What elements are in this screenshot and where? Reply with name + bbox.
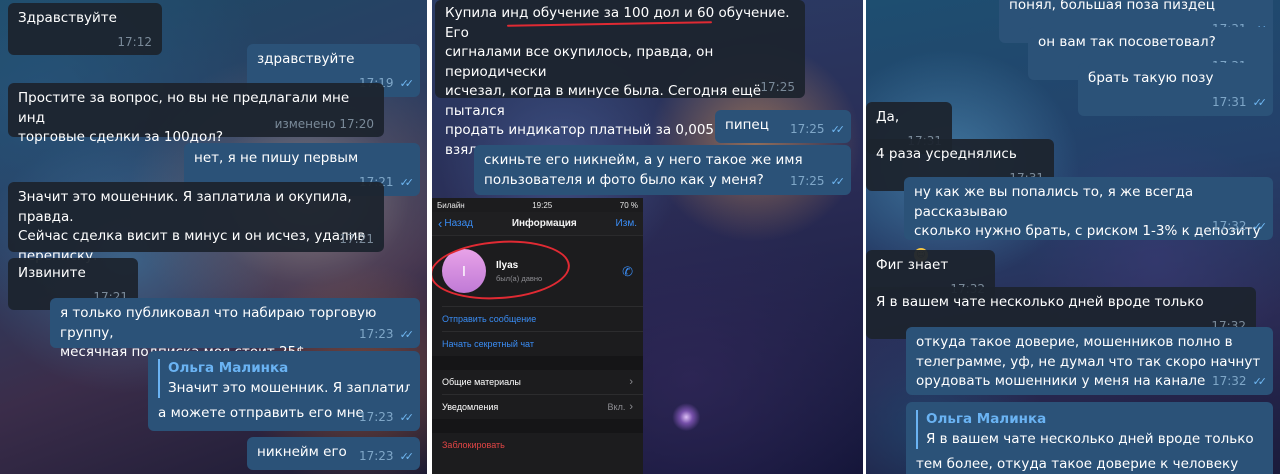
shared-media-row[interactable]: Общие материалы › [432, 370, 643, 394]
message-incoming[interactable]: Значит это мошенник. Я заплатила и окупи… [8, 182, 384, 264]
section-gap [432, 356, 643, 370]
back-label: Назад [444, 218, 473, 229]
notifications-label: Уведомления [442, 402, 499, 412]
shared-media-label: Общие материалы [442, 377, 521, 387]
reply-quote[interactable]: Ольга Малинка Значит это мошенник. Я зап… [158, 359, 410, 398]
quote-author: Ольга Малинка [168, 360, 289, 376]
read-checkmarks-icon: ✓✓ [399, 450, 415, 463]
quote-text: Я в вашем чате несколько дней вроде толь… [926, 430, 1254, 447]
message-time: 17:32 [1211, 374, 1247, 388]
message-outgoing-reply[interactable]: Ольга Малинка Значит это мошенник. Я зап… [148, 351, 420, 431]
back-button[interactable]: ‹ Назад [438, 216, 473, 231]
read-checkmarks-icon: ✓✓ [1252, 375, 1268, 388]
section-gap [432, 419, 643, 433]
message-text: 4 раза усреднялись [876, 146, 1017, 162]
message-time: 17:25 [789, 122, 825, 136]
message-outgoing[interactable]: никнейм его 17:23 ✓✓ [247, 437, 420, 470]
message-incoming[interactable]: Купила инд обучение за 100 дол и 60 обуч… [435, 0, 805, 158]
message-text: никнейм его [257, 444, 347, 460]
notifications-value: Вкл. [607, 402, 626, 412]
reply-quote[interactable]: Ольга Малинка Я в вашем чате несколько д… [916, 410, 1263, 449]
ios-status-bar: Билайн 19:25 70 % [432, 198, 643, 212]
chat-panel-1: Здравствуйте 17:12 здравствуйте 17:19✓✓ … [0, 0, 427, 474]
notifications-row[interactable]: Уведомления Вкл. › [432, 395, 643, 419]
read-checkmarks-icon: ✓✓ [830, 175, 846, 188]
message-text: Фиг знает [876, 257, 949, 273]
read-checkmarks-icon: ✓✓ [399, 411, 415, 424]
message-text: откуда такое доверие, мошенников полно в… [916, 334, 1261, 389]
quote-author: Ольга Малинка [926, 411, 1047, 427]
battery-label: 70 % [619, 200, 638, 210]
message-outgoing[interactable]: скиньте его никнейм, а у него такое же и… [474, 145, 851, 195]
ios-nav-bar: ‹ Назад Информация Изм. [432, 212, 643, 236]
chevron-left-icon: ‹ [438, 216, 443, 231]
message-text: Да, [876, 109, 900, 125]
message-time: 17:23 [358, 327, 394, 341]
message-text: понял, большая поза пиздец [1009, 0, 1215, 13]
message-time: 17:31 [1211, 94, 1247, 109]
message-text: ну как же вы попались то, я же всегда ра… [914, 184, 1261, 239]
message-time: изменено 17:20 [274, 117, 374, 131]
read-checkmarks-icon: ✓✓ [399, 328, 415, 341]
message-time: 17:32 [1211, 219, 1247, 233]
block-button[interactable]: Заблокировать [432, 433, 643, 457]
read-checkmarks-icon: ✓✓ [830, 123, 846, 136]
page-title: Информация [511, 218, 577, 229]
secret-chat-button[interactable]: Начать секретный чат [432, 332, 643, 356]
message-outgoing[interactable]: пипец 17:25 ✓✓ [715, 110, 851, 143]
ios-profile-screenshot: Билайн 19:25 70 % ‹ Назад Информация Изм… [432, 198, 643, 474]
message-time: 17:25 [789, 174, 825, 188]
message-time: 17:21 [339, 232, 374, 246]
read-checkmarks-icon: ✓✓ [1252, 95, 1268, 109]
message-outgoing[interactable]: брать такую позу 17:31 ✓✓ [1078, 63, 1273, 116]
message-text: тем более, откуда такое доверие к челове… [916, 456, 1239, 472]
message-incoming[interactable]: Здравствуйте 17:12 [8, 3, 162, 55]
chat-panel-3: понял, большая поза пиздец 17:31 ✓✓ он ва… [866, 0, 1280, 474]
read-checkmarks-icon: ✓✓ [399, 175, 415, 189]
message-outgoing-reply[interactable]: Ольга Малинка Я в вашем чате несколько д… [906, 402, 1273, 474]
message-text: скиньте его никнейм, а у него такое же и… [484, 152, 803, 188]
message-text: а можете отправить его мне [158, 405, 364, 421]
message-incoming[interactable]: Простите за вопрос, но вы не предлагали … [8, 83, 384, 145]
carrier-label: Билайн [437, 200, 465, 210]
quote-text: Значит это мошенник. Я заплатила ... [168, 379, 410, 396]
message-time: 17:25 [760, 80, 795, 94]
message-time: 17:12 [117, 34, 152, 49]
message-text: нет, я не пишу первым [194, 150, 359, 166]
read-checkmarks-icon: ✓✓ [1252, 220, 1268, 233]
message-outgoing[interactable]: я только публиковал что набираю торговую… [50, 298, 420, 360]
message-time: 17:23 [358, 410, 394, 424]
chevron-right-icon: › [629, 401, 633, 413]
status-clock: 19:25 [532, 200, 553, 210]
message-text: брать такую позу [1088, 70, 1214, 86]
read-checkmarks-icon: ✓✓ [399, 76, 415, 90]
message-text: Здравствуйте [18, 10, 117, 26]
chevron-right-icon: › [629, 376, 633, 388]
message-text: здравствуйте [257, 51, 355, 67]
message-text: пипец [725, 117, 769, 133]
edit-button[interactable]: Изм. [616, 218, 637, 229]
message-outgoing[interactable]: ну как же вы попались то, я же всегда ра… [904, 177, 1273, 262]
phone-icon[interactable]: ✆ [622, 264, 633, 280]
send-message-button[interactable]: Отправить сообщение [432, 307, 643, 331]
message-time: 17:23 [358, 449, 394, 463]
message-text: Я в вашем чате несколько дней вроде толь… [876, 294, 1204, 310]
message-outgoing[interactable]: откуда такое доверие, мошенников полно в… [906, 327, 1273, 395]
message-text: Извините [18, 265, 86, 281]
message-text: он вам так посоветовал? [1038, 34, 1216, 50]
